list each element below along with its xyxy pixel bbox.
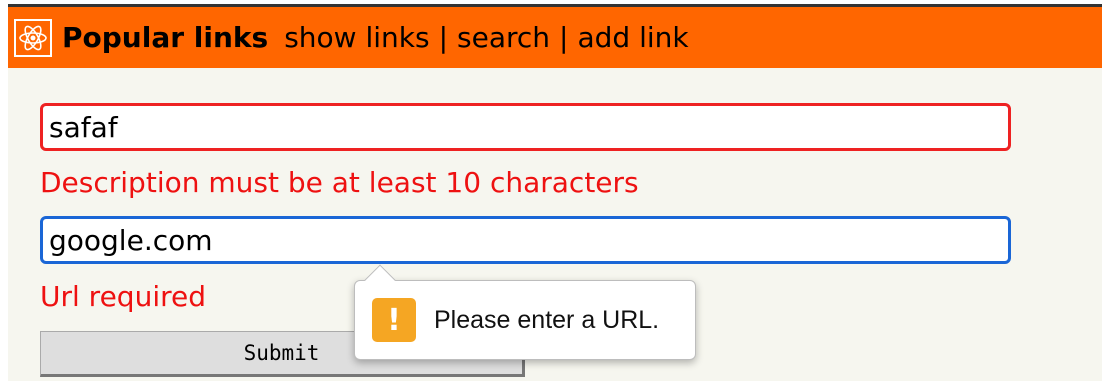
react-atom-icon[interactable]: [14, 18, 52, 57]
description-error: Description must be at least 10 characte…: [40, 166, 639, 199]
tooltip-arrow: [364, 264, 396, 296]
nav-menu: show links | search | add link: [284, 21, 688, 54]
site-title-link[interactable]: Popular links: [62, 21, 268, 54]
nav-show-links[interactable]: show links: [284, 21, 429, 54]
warning-icon: !: [372, 298, 416, 342]
page: Popular links show links | search | add …: [8, 4, 1102, 381]
nav-separator: |: [559, 21, 569, 54]
nav-search[interactable]: search: [457, 21, 550, 54]
nav-add-link[interactable]: add link: [577, 21, 688, 54]
url-input[interactable]: [40, 216, 1011, 264]
validation-tooltip: ! Please enter a URL.: [354, 264, 696, 360]
url-error: Url required: [40, 280, 207, 313]
header-bar: Popular links show links | search | add …: [8, 7, 1102, 68]
description-input[interactable]: [40, 103, 1011, 151]
nav-separator: |: [438, 21, 449, 54]
tooltip-message: Please enter a URL.: [434, 305, 660, 334]
